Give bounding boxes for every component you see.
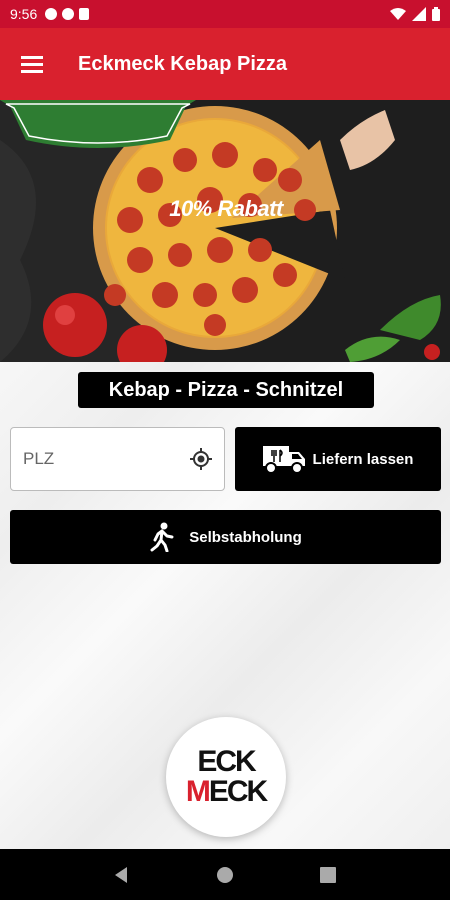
back-icon (114, 866, 127, 883)
delivery-button-label: Liefern lassen (312, 450, 414, 468)
brand-logo: ECK MECK (166, 717, 286, 837)
status-time: 9:56 (10, 6, 38, 22)
recents-button[interactable] (308, 855, 348, 895)
app-bar: Eckmeck Kebap Pizza (0, 28, 450, 100)
notification-icon (62, 8, 75, 20)
menu-button[interactable] (0, 28, 64, 100)
app-title: Eckmeck Kebap Pizza (78, 52, 287, 75)
recents-icon (320, 866, 337, 883)
pickup-button-label: Selbstabholung (189, 528, 302, 546)
main-content: Kebap - Pizza - Schnitzel Liefern lassen (0, 362, 450, 849)
home-icon (216, 866, 233, 883)
pickup-button[interactable]: Selbstabholung (10, 510, 441, 564)
logo-m: M (185, 775, 211, 808)
home-button[interactable] (205, 855, 245, 895)
back-button[interactable] (102, 855, 142, 895)
battery-icon (432, 7, 440, 21)
status-bar: 9:56 (0, 0, 450, 28)
promo-banner-text: 10% Rabatt (169, 196, 283, 221)
hamburger-menu-icon (21, 56, 43, 73)
wifi-icon (390, 8, 406, 20)
sd-card-icon (79, 8, 90, 20)
system-nav-bar (0, 849, 450, 900)
logo-line-2-rest: ECK (208, 775, 268, 808)
plz-field[interactable] (10, 427, 225, 491)
locate-icon[interactable] (188, 446, 214, 472)
tagline: Kebap - Pizza - Schnitzel (78, 372, 374, 408)
logo-line-1: ECK (197, 745, 256, 778)
promo-banner (0, 100, 196, 148)
logo-line-2: MECK (185, 775, 268, 808)
plz-input[interactable] (23, 449, 188, 469)
delivery-truck-icon (262, 446, 305, 474)
hero-image: 10% Rabatt (0, 100, 450, 362)
delivery-button[interactable]: Liefern lassen (235, 427, 441, 491)
notification-icon (45, 8, 58, 20)
walking-person-icon (150, 522, 174, 552)
signal-icon (412, 7, 426, 21)
